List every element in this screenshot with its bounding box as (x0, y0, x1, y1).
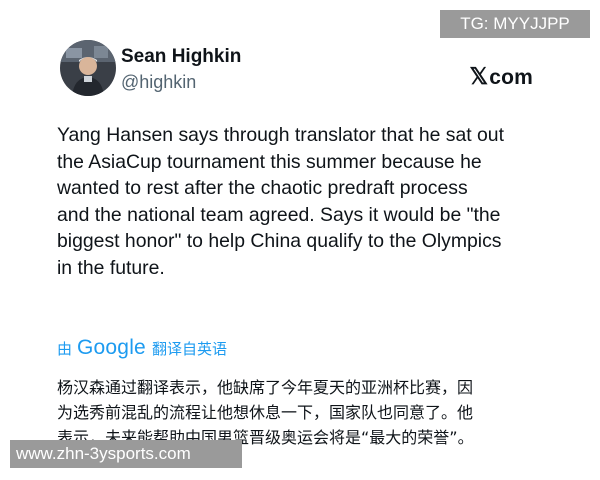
translated-text-line: 为选秀前混乱的流程让他想休息一下，国家队也同意了。他 (57, 403, 474, 422)
translated-text: 杨汉森通过翻译表示，他缺席了今年夏天的亚洲杯比赛，因 为选秀前混乱的流程让他想休… (57, 375, 577, 450)
translation-attribution[interactable]: 由 Google 翻译自英语 (57, 336, 227, 360)
tweet-card: Sean Highkin @highkin 𝕏com Yang Hansen s… (32, 18, 582, 458)
author-handle[interactable]: @highkin (121, 72, 196, 93)
translation-prefix: 由 (57, 339, 73, 358)
author-name[interactable]: Sean Highkin (121, 46, 241, 68)
source-domain: com (489, 66, 533, 89)
google-logo-text: Google (77, 336, 146, 359)
site-watermark: www.zhn-3ysports.com (10, 440, 242, 468)
tweet-text-line: wanted to rest after the chaotic predraf… (57, 177, 468, 199)
tg-watermark: TG: MYYJJPP (440, 10, 590, 38)
source-label[interactable]: 𝕏com (469, 63, 533, 90)
tweet-text-line: in the future. (57, 256, 165, 279)
tweet-text-line: biggest honor" to help China qualify to … (57, 230, 502, 252)
avatar-image (60, 40, 116, 96)
tweet-text-line: Yang Hansen says through translator that… (57, 124, 504, 146)
x-logo-icon: 𝕏 (469, 63, 489, 89)
translated-text-line: 杨汉森通过翻译表示，他缺席了今年夏天的亚洲杯比赛，因 (57, 378, 474, 397)
avatar[interactable] (60, 40, 116, 96)
translation-suffix: 翻译自英语 (151, 339, 227, 358)
tweet-text-line: and the national team agreed. Says it wo… (57, 203, 501, 226)
tweet-text: Yang Hansen says through translator that… (57, 122, 567, 281)
tweet-text-line: the AsiaCup tournament this summer becau… (57, 150, 482, 173)
